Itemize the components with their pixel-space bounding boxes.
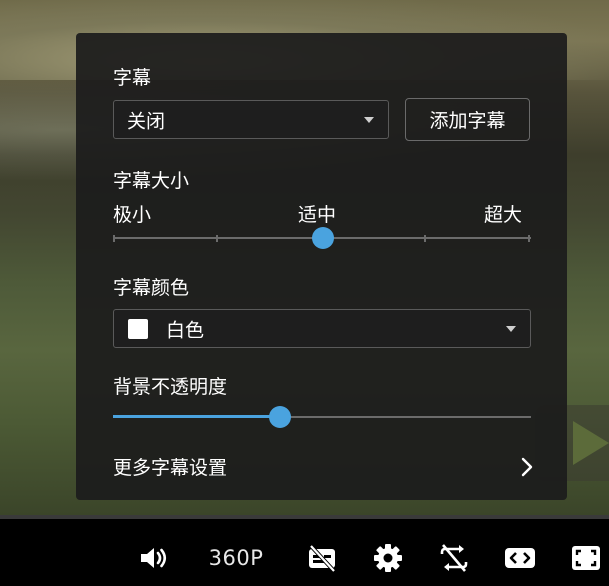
more-subtitle-settings[interactable]: 更多字幕设置	[113, 451, 533, 483]
size-max-label: 超大	[484, 204, 523, 226]
background-opacity-slider[interactable]	[113, 405, 531, 429]
subtitle-select-value: 关闭	[127, 110, 166, 132]
fullscreen-button[interactable]	[568, 541, 604, 575]
subtitles-off-icon	[309, 544, 336, 572]
subtitle-select[interactable]: 关闭	[113, 100, 389, 139]
add-subtitle-button[interactable]: 添加字幕	[405, 98, 530, 141]
more-subtitle-settings-label: 更多字幕设置	[113, 457, 228, 479]
opacity-slider-knob[interactable]	[269, 406, 292, 428]
quality-button[interactable]: 360P	[200, 541, 272, 575]
chevron-down-icon	[364, 116, 374, 123]
play-icon	[573, 421, 609, 465]
background-opacity-label: 背景不透明度	[113, 376, 228, 398]
size-min-label: 极小	[113, 204, 152, 226]
chevron-right-icon	[521, 457, 533, 481]
subtitle-color-select[interactable]: 白色	[113, 309, 531, 348]
subtitle-settings-panel: 字幕 关闭 添加字幕 字幕大小 极小 适中 超大 字幕颜色 白色 背景不透明度 …	[76, 33, 567, 500]
size-mid-label: 适中	[298, 204, 337, 226]
volume-button[interactable]	[136, 541, 172, 575]
subtitle-label: 字幕	[113, 67, 152, 89]
size-slider-tick	[216, 235, 218, 242]
settings-gear-icon	[374, 544, 402, 572]
player-control-bar: 360P	[0, 519, 609, 586]
color-swatch	[128, 318, 148, 339]
settings-button[interactable]	[370, 541, 406, 575]
size-slider-tick	[528, 235, 530, 242]
subtitle-size-label: 字幕大小	[113, 170, 190, 192]
opacity-slider-fill	[113, 415, 281, 418]
loop-button[interactable]	[436, 541, 472, 575]
size-slider-tick	[424, 235, 426, 242]
volume-icon	[141, 548, 167, 568]
subtitles-button[interactable]	[304, 541, 340, 575]
loop-off-icon	[440, 544, 468, 572]
chevron-down-icon	[506, 325, 516, 332]
widescreen-button[interactable]	[502, 541, 538, 575]
widescreen-icon	[505, 548, 535, 568]
fullscreen-icon	[572, 546, 600, 570]
subtitle-color-value: 白色	[166, 319, 205, 341]
subtitle-color-label: 字幕颜色	[113, 277, 190, 299]
size-slider-knob[interactable]	[312, 227, 334, 249]
size-slider-tick	[113, 235, 115, 242]
subtitle-size-slider[interactable]	[113, 226, 531, 250]
